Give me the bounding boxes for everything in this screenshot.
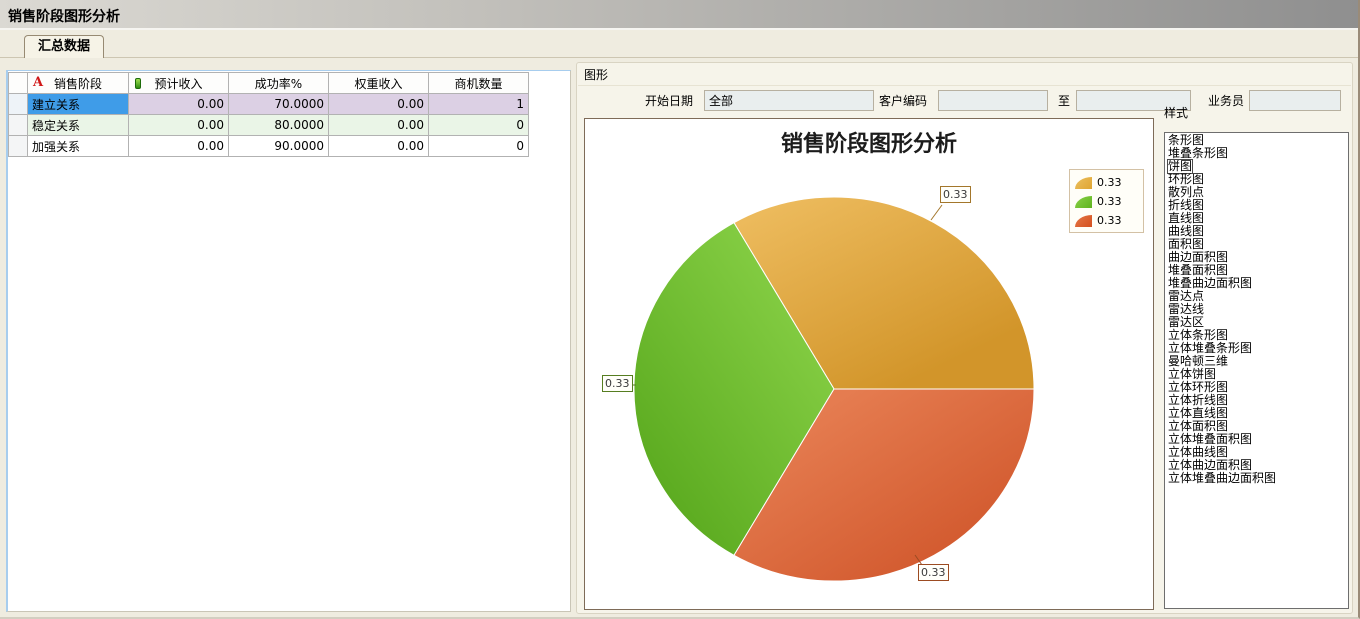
summary-table-panel: A 销售阶段 预计收入 成功率% 权重收入 商机数量 建立关系0.0070.00…: [6, 70, 571, 612]
window-titlebar: 销售阶段图形分析: [0, 0, 1358, 30]
legend-value: 0.33: [1097, 176, 1122, 189]
style-list-item[interactable]: 堆叠条形图: [1165, 147, 1348, 160]
row-indicator-cell[interactable]: [9, 94, 28, 115]
column-header-label: 预计收入: [154, 77, 202, 91]
customer-code-label: 客户编码: [879, 92, 927, 112]
slice-label-red: 0.33: [918, 564, 949, 581]
page-title: 销售阶段图形分析: [8, 6, 120, 26]
legend-row: 0.33: [1075, 211, 1139, 230]
table-cell[interactable]: 0.00: [129, 94, 229, 115]
legend-swatch-icon: [1075, 196, 1092, 208]
pie-chart-area: 销售阶段图形分析: [584, 118, 1154, 610]
table-cell[interactable]: 1: [429, 94, 529, 115]
app-window: 销售阶段图形分析 汇总数据 A 销售阶段 预计收入: [0, 0, 1360, 619]
graph-group-panel: 图形 开始日期 客户编码 至 业务员 销售阶段图形分析: [576, 62, 1353, 614]
column-header-label: 销售阶段: [54, 77, 102, 91]
slice-label-gold: 0.33: [940, 186, 971, 203]
sort-a-icon: A: [33, 75, 43, 90]
table-cell[interactable]: 建立关系: [28, 94, 129, 115]
sales-stage-table: A 销售阶段 预计收入 成功率% 权重收入 商机数量 建立关系0.0070.00…: [8, 72, 529, 157]
label-leader-gold: [931, 205, 942, 220]
graph-group-label: 图形: [584, 66, 608, 83]
legend-value: 0.33: [1097, 214, 1122, 227]
table-cell[interactable]: 加强关系: [28, 136, 129, 157]
legend-row: 0.33: [1075, 192, 1139, 211]
row-indicator-header: [9, 73, 28, 94]
table-cell[interactable]: 0.00: [329, 94, 429, 115]
to-label: 至: [1058, 92, 1070, 112]
table-cell[interactable]: 稳定关系: [28, 115, 129, 136]
table-cell[interactable]: 0.00: [329, 115, 429, 136]
slice-label-green: 0.33: [602, 375, 633, 392]
legend-swatch-icon: [1075, 177, 1092, 189]
row-indicator-cell[interactable]: [9, 115, 28, 136]
group-divider: [578, 85, 1351, 86]
table-row[interactable]: 加强关系0.0090.00000.000: [9, 136, 529, 157]
sales-stage-table-body: 建立关系0.0070.00000.001稳定关系0.0080.00000.000…: [9, 94, 529, 157]
tab-summary-data[interactable]: 汇总数据: [24, 35, 104, 58]
chart-legend: 0.33 0.33 0.33: [1069, 169, 1144, 233]
tabstrip-divider: [0, 57, 1358, 58]
pie-chart: [585, 119, 1153, 609]
customer-code-input[interactable]: [938, 90, 1048, 111]
style-list-item[interactable]: 立体堆叠曲边面积图: [1165, 472, 1348, 485]
column-header-weighted-income[interactable]: 权重收入: [329, 73, 429, 94]
column-header-success-rate[interactable]: 成功率%: [229, 73, 329, 94]
table-row[interactable]: 建立关系0.0070.00000.001: [9, 94, 529, 115]
table-cell[interactable]: 0.00: [129, 115, 229, 136]
table-cell[interactable]: 70.0000: [229, 94, 329, 115]
table-cell[interactable]: 0: [429, 115, 529, 136]
style-list: 条形图堆叠条形图饼图环形图散列点折线图直线图曲线图面积图曲边面积图堆叠面积图堆叠…: [1164, 132, 1349, 609]
table-cell[interactable]: 80.0000: [229, 115, 329, 136]
table-cell[interactable]: 0.00: [329, 136, 429, 157]
start-date-input[interactable]: [704, 90, 874, 111]
tab-bar: 汇总数据: [0, 33, 1358, 58]
table-header-row: A 销售阶段 预计收入 成功率% 权重收入 商机数量: [9, 73, 529, 94]
legend-value: 0.33: [1097, 195, 1122, 208]
table-cell[interactable]: 0: [429, 136, 529, 157]
salesman-label: 业务员: [1208, 92, 1244, 112]
table-row[interactable]: 稳定关系0.0080.00000.000: [9, 115, 529, 136]
start-date-label: 开始日期: [645, 92, 693, 112]
style-item-label: 立体堆叠曲边面积图: [1168, 472, 1276, 485]
column-header-expected-income[interactable]: 预计收入: [129, 73, 229, 94]
green-bar-icon: [135, 78, 141, 89]
column-header-stage[interactable]: A 销售阶段: [28, 73, 129, 94]
legend-row: 0.33: [1075, 173, 1139, 192]
table-cell[interactable]: 90.0000: [229, 136, 329, 157]
salesman-input[interactable]: [1249, 90, 1341, 111]
style-group-label: 样式: [1164, 104, 1188, 121]
row-indicator-cell[interactable]: [9, 136, 28, 157]
column-header-opportunity-count[interactable]: 商机数量: [429, 73, 529, 94]
legend-swatch-icon: [1075, 215, 1092, 227]
table-cell[interactable]: 0.00: [129, 136, 229, 157]
